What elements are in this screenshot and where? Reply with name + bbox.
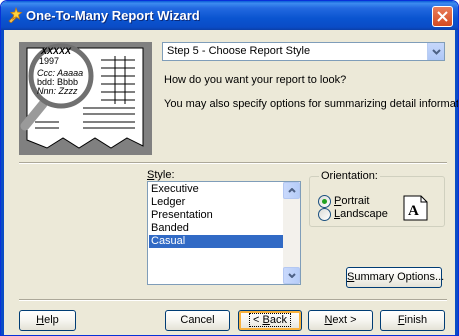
illustration-line-1: XXXXX bbox=[40, 46, 72, 56]
window-frame-right bbox=[455, 30, 458, 335]
combo-dropdown-button[interactable] bbox=[427, 43, 444, 60]
style-list-scrollbar[interactable] bbox=[283, 182, 300, 284]
portrait-label[interactable]: Portrait bbox=[334, 195, 369, 207]
orientation-legend: Orientation: bbox=[319, 170, 380, 182]
help-button[interactable]: Help bbox=[19, 310, 76, 331]
chevron-down-icon bbox=[432, 49, 441, 55]
next-button[interactable]: Next > bbox=[308, 310, 373, 331]
cancel-button[interactable]: Cancel bbox=[165, 310, 230, 331]
page-orientation-icon: A bbox=[403, 195, 428, 221]
illustration-line-5: Nnn: Zzzz bbox=[37, 86, 78, 96]
summary-options-button[interactable]: Summary Options... bbox=[346, 267, 444, 288]
chevron-up-icon bbox=[288, 188, 296, 193]
landscape-label[interactable]: Landscape bbox=[334, 208, 388, 220]
window-title: One-To-Many Report Wizard bbox=[26, 8, 200, 23]
top-divider bbox=[19, 162, 447, 164]
window-frame-left bbox=[1, 30, 4, 335]
title-bar[interactable]: One-To-Many Report Wizard bbox=[1, 1, 458, 30]
style-item-executive[interactable]: Executive bbox=[149, 183, 284, 196]
prompt-question: How do you want your report to look? bbox=[164, 74, 347, 86]
style-item-presentation[interactable]: Presentation bbox=[149, 209, 284, 222]
step-combobox-value: Step 5 - Choose Report Style bbox=[167, 45, 311, 57]
wand-icon bbox=[8, 7, 23, 23]
radio-selected-dot bbox=[322, 199, 327, 204]
style-item-banded[interactable]: Banded bbox=[149, 222, 284, 235]
style-item-ledger[interactable]: Ledger bbox=[149, 196, 284, 209]
wizard-window: One-To-Many Report Wizard XXXXX 1997 Ccc… bbox=[0, 0, 459, 336]
style-listbox[interactable]: Executive Ledger Presentation Banded Cas… bbox=[147, 181, 301, 285]
magnifier-report-icon: XXXXX 1997 Ccc: Aaaaa bdd: Bbbb Nnn: Zzz… bbox=[19, 42, 152, 155]
svg-text:A: A bbox=[408, 203, 419, 219]
back-button[interactable]: < Back bbox=[238, 310, 302, 331]
portrait-radio[interactable] bbox=[318, 195, 331, 208]
style-label: Style: bbox=[147, 169, 175, 181]
scroll-up-button[interactable] bbox=[283, 182, 300, 199]
scroll-down-button[interactable] bbox=[283, 267, 300, 284]
illustration-line-2: 1997 bbox=[39, 56, 59, 66]
bottom-divider bbox=[19, 299, 447, 301]
landscape-radio[interactable] bbox=[318, 208, 331, 221]
style-item-casual[interactable]: Casual bbox=[149, 235, 284, 248]
prompt-hint: You may also specify options for summari… bbox=[164, 98, 459, 110]
chevron-down-icon bbox=[288, 273, 296, 278]
close-button[interactable] bbox=[432, 6, 453, 27]
finish-button[interactable]: Finish bbox=[380, 310, 445, 331]
close-icon bbox=[437, 11, 448, 22]
step-combobox[interactable]: Step 5 - Choose Report Style bbox=[162, 42, 445, 61]
